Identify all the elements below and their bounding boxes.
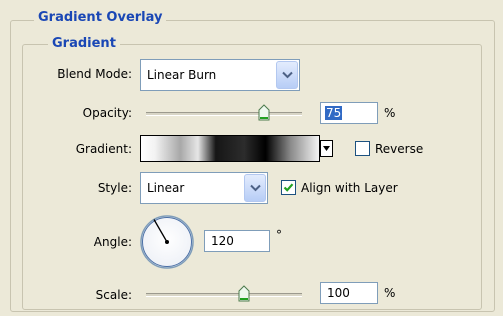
triangle-down-icon (323, 146, 330, 151)
gradient-picker-dropdown[interactable] (320, 140, 333, 157)
scale-slider-thumb[interactable] (238, 285, 250, 302)
scale-slider-track[interactable] (146, 293, 302, 297)
gradient-preview[interactable] (140, 135, 320, 162)
angle-unit: ° (276, 228, 282, 242)
chevron-down-icon[interactable] (244, 174, 266, 202)
gradient-group-title: Gradient (48, 36, 120, 52)
opacity-slider-thumb[interactable] (258, 104, 270, 121)
angle-label: Angle: (93, 235, 132, 249)
scale-input[interactable]: 100 (320, 282, 378, 304)
blend-mode-select[interactable]: Linear Burn (140, 59, 300, 91)
angle-input[interactable]: 120 (204, 230, 270, 252)
style-value: Linear (147, 181, 185, 195)
blend-mode-value: Linear Burn (147, 68, 217, 82)
reverse-checkbox[interactable] (355, 141, 370, 156)
style-select[interactable]: Linear (140, 172, 268, 204)
opacity-label: Opacity: (82, 106, 132, 120)
opacity-input[interactable]: 75 (320, 102, 378, 124)
style-label: Style: (97, 181, 132, 195)
opacity-value: 75 (325, 106, 343, 120)
blend-mode-label: Blend Mode: (57, 67, 132, 81)
reverse-label[interactable]: Reverse (375, 141, 423, 157)
chevron-down-icon[interactable] (276, 61, 298, 89)
align-with-layer-checkbox[interactable] (281, 180, 296, 195)
gradient-overlay-title: Gradient Overlay (34, 10, 167, 26)
opacity-unit: % (384, 106, 396, 120)
checkmark-icon (283, 183, 294, 192)
angle-dial[interactable] (139, 214, 195, 270)
align-with-layer-label[interactable]: Align with Layer (301, 180, 398, 196)
scale-label: Scale: (95, 288, 132, 302)
scale-unit: % (384, 286, 396, 300)
gradient-label: Gradient: (75, 142, 132, 156)
opacity-slider-track[interactable] (146, 112, 302, 116)
